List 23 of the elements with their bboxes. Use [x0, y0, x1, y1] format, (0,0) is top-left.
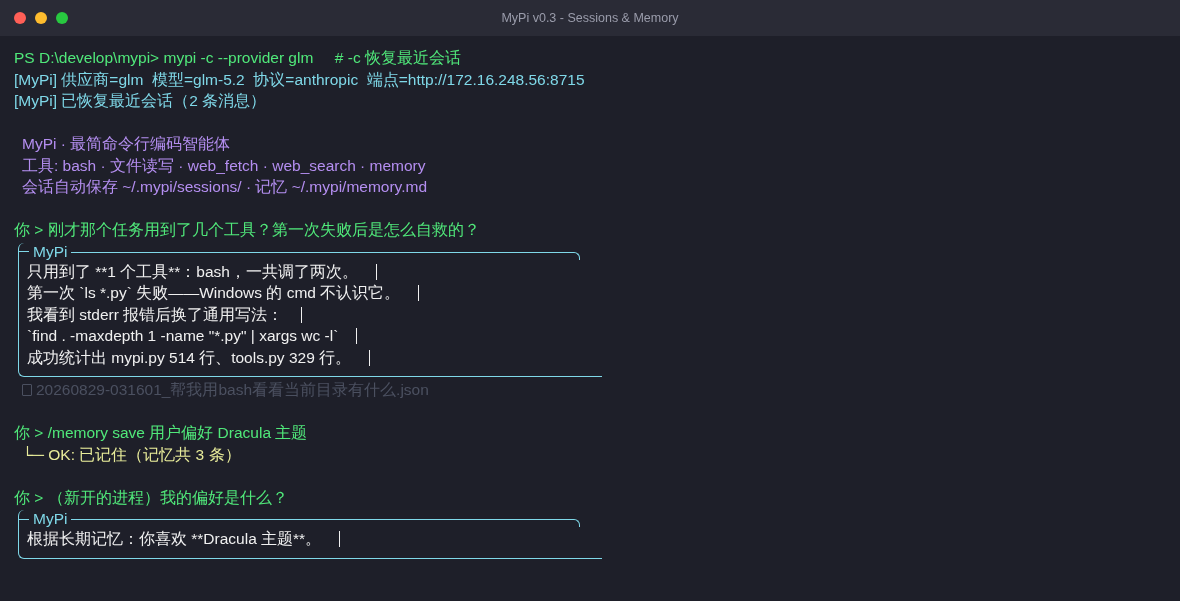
reply-text: 根据长期记忆：你喜欢 **Dracula 主题**。: [19, 531, 341, 547]
minimize-button[interactable]: [35, 12, 47, 24]
file-icon: [22, 383, 32, 396]
reply-text: 我看到 stderr 报错后换了通用写法：: [19, 306, 303, 323]
panel-title: MyPi: [32, 510, 69, 528]
prompt-line: 你 > 刚才那个任务用到了几个工具？第一次失败后是怎么自救的？: [14, 220, 480, 240]
result-line: └─ OK: 已记住（记忆共 3 条）: [22, 444, 241, 465]
banner-line: 工具: bash · 文件读写 · web_fetch · web_search · memory: [22, 155, 426, 176]
close-button[interactable]: [14, 12, 26, 24]
info-line: [MyPi] 已恢复最近会话（2 条消息）: [14, 91, 267, 111]
maximize-button[interactable]: [56, 12, 68, 24]
reply-text: 成功统计出 mypi.py 514 行、tools.py 329 行。: [19, 349, 371, 366]
reply-text: 第一次 `ls *.py` 失败——Windows 的 cmd 不认识它。: [19, 285, 420, 301]
banner-line: 会话自动保存 ~/.mypi/sessions/ · 记忆 ~/.mypi/memory.md: [22, 177, 428, 197]
panel-title: MyPi: [32, 242, 69, 261]
banner-line: MyPi · 最简命令行编码智能体: [22, 134, 231, 154]
window-title: MyPi v0.3 - Sessions & Memory: [501, 9, 679, 27]
prompt-line: 你 > /memory save 用户偏好 Dracula 主题: [14, 423, 308, 443]
prompt-line: 你 > （新开的进程）我的偏好是什么？: [14, 487, 288, 508]
info-line: [MyPi] 供应商=glm 模型=glm-5.2 协议=anthropic 端点=http://172.16.248.56:8715: [14, 69, 585, 90]
reply-text: `find . -maxdepth 1 -name "*.py" | xargs wc -l`: [19, 328, 358, 344]
prompt-line: PS D:\develop\mypi> mypi -c --provider glm # -c 恢复最近会话: [14, 48, 461, 68]
reply-text: 只用到了 **1 个工具**：bash，一共调了两次。: [19, 263, 377, 280]
